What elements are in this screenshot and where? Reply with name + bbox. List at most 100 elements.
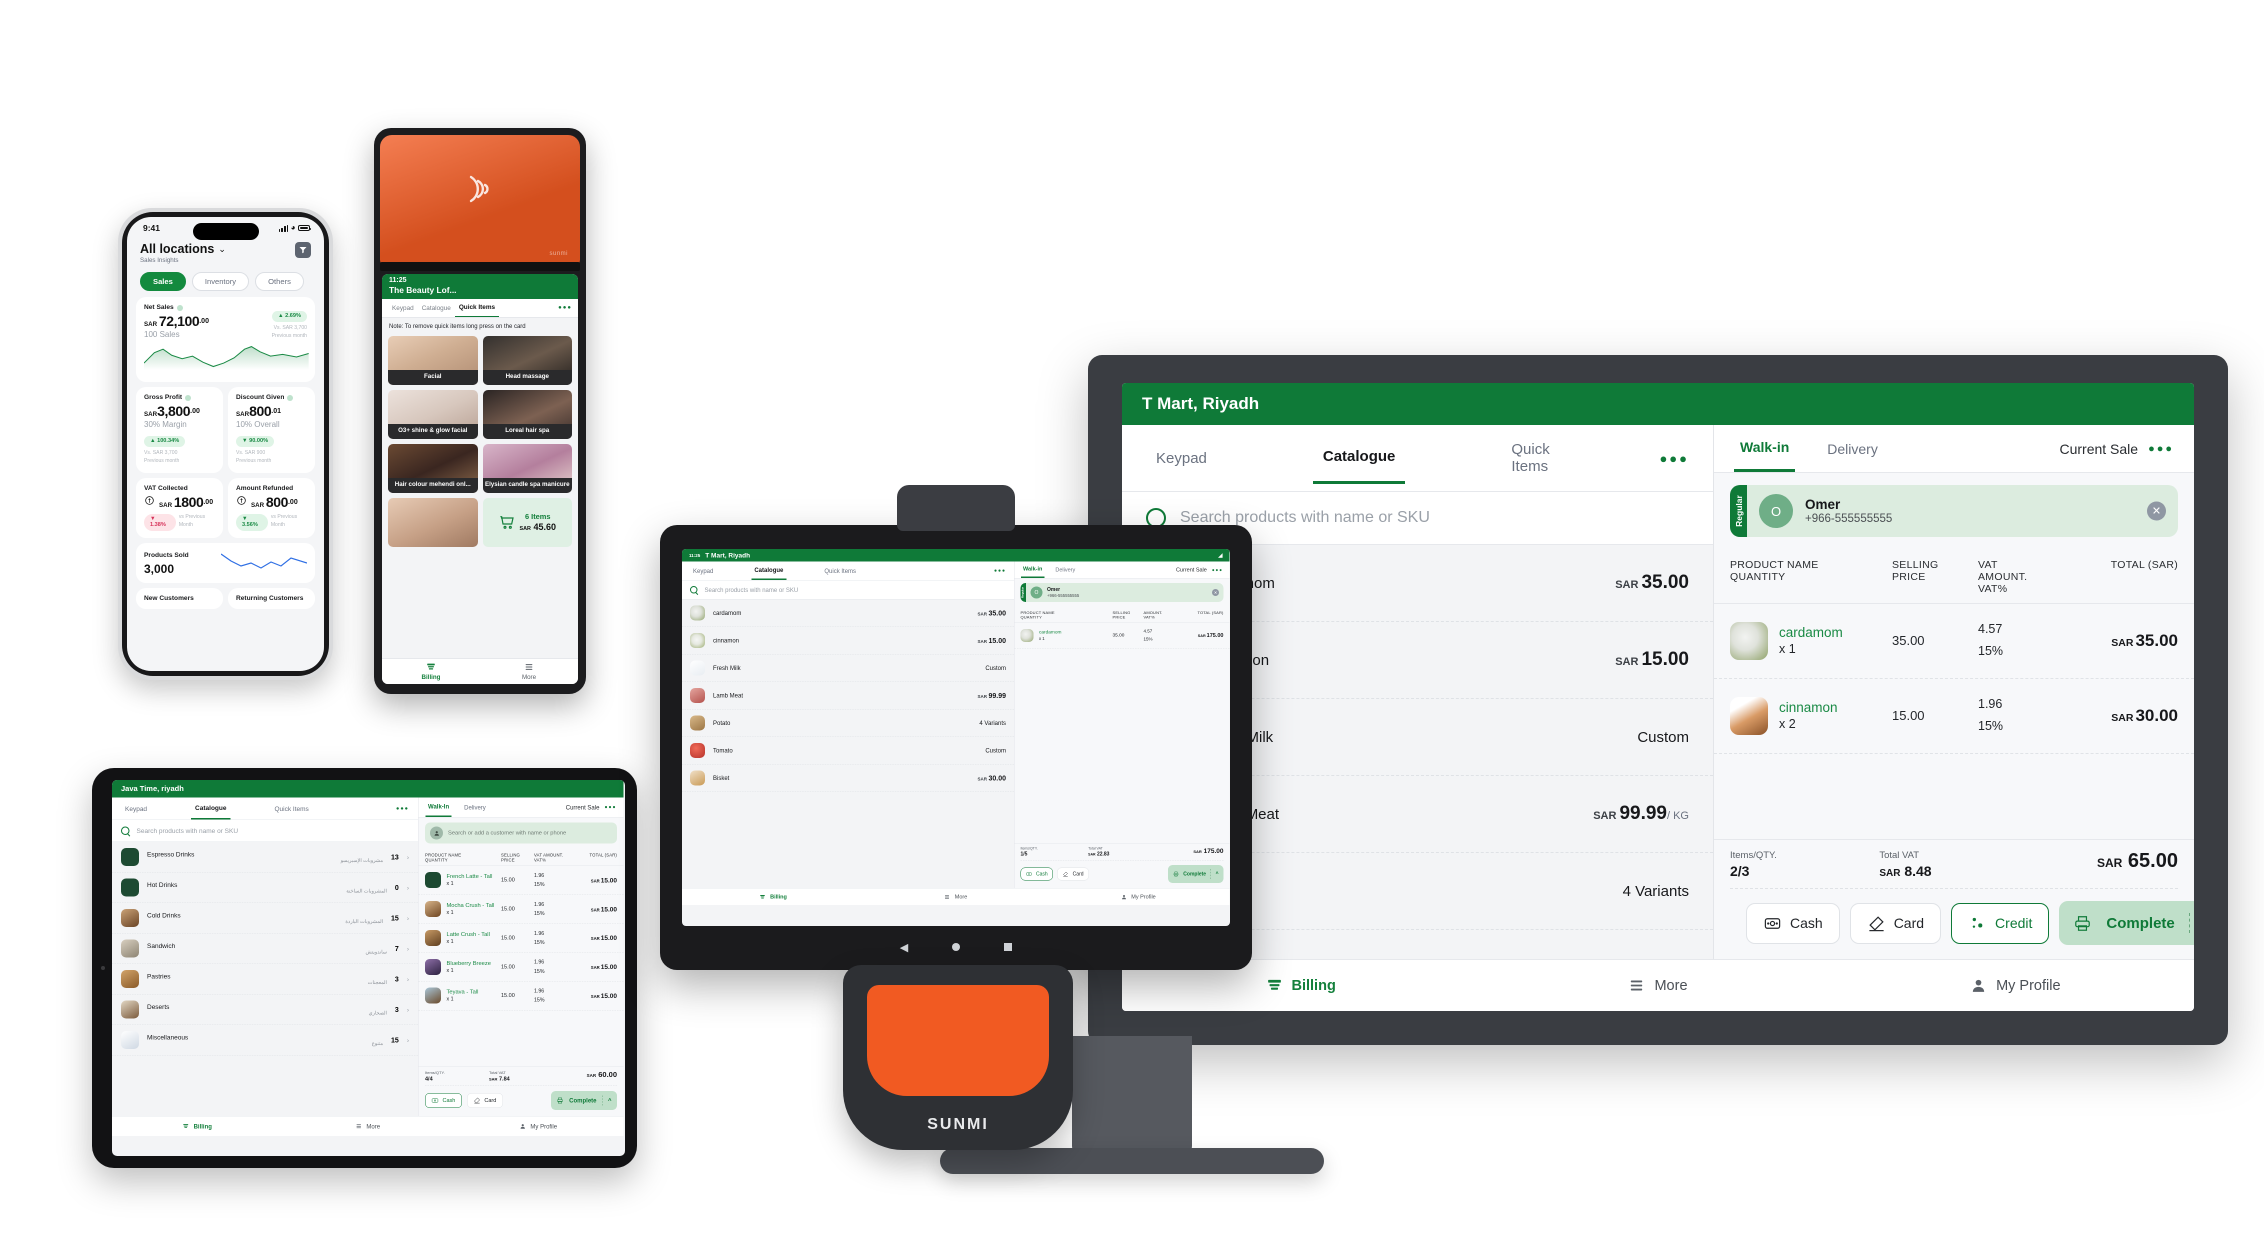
cart-row[interactable]: French Latte - Tall x 1 15.00 1.96 15% S… [418, 866, 624, 895]
monitor-nav-more[interactable]: More [1479, 960, 1836, 1011]
info-icon[interactable] [176, 304, 183, 311]
amount-refunded-card[interactable]: Amount Refunded SAR 800.00 ▼ 3.56% vs Pr… [228, 477, 315, 538]
quick-item-card[interactable]: Loreal hair spa [482, 389, 572, 439]
monitor-tab-walk-in[interactable]: Walk-in [1734, 425, 1796, 472]
pay-card-button[interactable]: Card [1057, 867, 1090, 881]
sunmi-nav-billing[interactable]: Billing [382, 659, 480, 684]
complete-button[interactable]: Complete ^ [551, 1091, 617, 1110]
category-row[interactable]: Espresso Drinks مشروبات الإسبريسو 13 › [112, 842, 418, 873]
cart-row[interactable]: Teyava - Tall x 1 15.00 1.96 15% SAR15.0… [418, 982, 624, 1011]
tablet-tab-delivery[interactable]: Delivery [462, 798, 489, 816]
cart-row[interactable]: cardamom x 1 35.00 4.57 15% SAR175.00 [1014, 623, 1230, 649]
terminal-tab-keypad[interactable]: Keypad [690, 562, 716, 579]
net-sales-card[interactable]: Net Sales SAR 72,100.00 100 Sales ▲ 2.69… [136, 297, 315, 383]
tab-inventory[interactable]: Inventory [191, 272, 250, 291]
category-row[interactable]: Hot Drinks المشروبات الساخنة 0 › [112, 873, 418, 903]
pay-cash-button[interactable]: Cash [1020, 867, 1054, 881]
back-icon[interactable]: ◀ [900, 941, 908, 954]
complete-button[interactable]: Complete ^ [1167, 865, 1224, 883]
tab-sales[interactable]: Sales [140, 272, 186, 291]
terminal-overflow-icon[interactable]: ●●● [994, 568, 1006, 574]
discount-given-card[interactable]: Discount Given SAR800.01 10% Overall ▼ 9… [228, 387, 315, 473]
gross-profit-card[interactable]: Gross Profit SAR3,800.00 30% Margin ▲ 10… [136, 387, 223, 473]
complete-button[interactable]: Complete ^ [2059, 901, 2194, 945]
tab-others[interactable]: Others [255, 272, 304, 291]
quick-item-card[interactable]: O3+ shine & glow facial [388, 389, 478, 439]
pay-card-button[interactable]: Card [1849, 902, 1942, 944]
tablet-tab-quick-items[interactable]: Quick Items [270, 798, 312, 819]
tablet-tab-catalogue[interactable]: Catalogue [191, 798, 231, 820]
terminal-sale-overflow-icon[interactable]: ●●● [1212, 567, 1223, 572]
product-row[interactable]: Tomato Custom [682, 737, 1014, 765]
cart-row[interactable]: cinnamon x 2 15.00 1.96 15% SAR 30.00 [1714, 679, 2194, 754]
tablet-tab-keypad[interactable]: Keypad [121, 798, 151, 819]
category-row[interactable]: Cold Drinks المشروبات الباردة 15 › [112, 903, 418, 934]
location-selector[interactable]: All locations ⌄ [140, 242, 226, 256]
product-row[interactable]: Potato 4 Variants [682, 710, 1014, 737]
selected-customer[interactable]: Regular O Omer +966-555555555 ✕ [1730, 485, 2178, 537]
quick-item-card[interactable]: Facial [388, 335, 478, 385]
monitor-tab-quick-items[interactable]: Quick Items [1501, 425, 1563, 491]
pay-card-button[interactable]: Card [466, 1093, 503, 1108]
monitor-tab-delivery[interactable]: Delivery [1821, 427, 1884, 471]
home-icon[interactable] [952, 943, 961, 951]
product-row[interactable]: cardamom SAR35.00 [682, 600, 1014, 627]
terminal-nav-profile[interactable]: My Profile [1047, 889, 1230, 906]
product-row[interactable]: Fresh Milk Custom [682, 655, 1014, 682]
tablet-sale-overflow-icon[interactable]: ●●● [604, 805, 616, 811]
terminal-selected-customer[interactable]: Regular O Omer +966-555555555 ✕ [1020, 583, 1224, 602]
pay-credit-button[interactable]: Credit [1951, 902, 2050, 944]
product-row[interactable]: cinnamon SAR15.00 [682, 627, 1014, 655]
terminal-tab-quick-items[interactable]: Quick Items [821, 562, 859, 579]
tablet-overflow-icon[interactable]: ●●● [396, 806, 409, 812]
returning-customers-card[interactable]: Returning Customers [228, 587, 315, 609]
sunmi-tab-quick-items[interactable]: Quick Items [454, 299, 500, 317]
cart-row[interactable]: Blueberry Breeze x 1 15.00 1.96 15% SAR1… [418, 953, 624, 982]
info-icon[interactable] [287, 394, 294, 401]
close-icon[interactable]: ✕ [1212, 589, 1219, 596]
chevron-down-icon[interactable]: ⌄ [218, 244, 226, 255]
tablet-search-bar[interactable]: Search products with name or SKU [112, 820, 418, 842]
monitor-tab-catalogue[interactable]: Catalogue [1312, 432, 1406, 484]
category-row[interactable]: Deserts الصحاري 3 › [112, 995, 418, 1025]
chevron-up-icon[interactable]: ^ [608, 1097, 612, 1104]
cart-row[interactable]: Latte Crush - Tall x 1 15.00 1.96 15% SA… [418, 924, 624, 953]
sunmi-tab-catalogue[interactable]: Catalogue [418, 300, 455, 317]
pay-cash-button[interactable]: Cash [425, 1093, 462, 1108]
terminal-nav-more[interactable]: More [865, 889, 1048, 906]
cart-row[interactable]: Mocha Crush - Tall x 1 15.00 1.96 15% SA… [418, 895, 624, 924]
tablet-nav-profile[interactable]: My Profile [453, 1117, 624, 1137]
tablet-nav-billing[interactable]: Billing [112, 1117, 283, 1137]
sunmi-cart-summary[interactable]: 6 Items SAR 45.60 [482, 497, 572, 547]
terminal-tab-delivery[interactable]: Delivery [1053, 562, 1077, 577]
terminal-tab-catalogue[interactable]: Catalogue [751, 562, 787, 580]
tablet-customer-search[interactable]: Search or add a customer with name or ph… [425, 822, 617, 844]
sunmi-tab-keypad[interactable]: Keypad [388, 300, 418, 317]
filter-icon[interactable] [295, 242, 311, 258]
chevron-up-icon[interactable]: ^ [1216, 871, 1219, 877]
products-sold-card[interactable]: Products Sold 3,000 [136, 542, 315, 583]
monitor-sale-overflow-icon[interactable]: ●●● [2148, 443, 2174, 455]
quick-item-card[interactable]: Hair colour mehendi onl... [388, 443, 478, 493]
category-row[interactable]: Miscellaneous متنوع 15 › [112, 1025, 418, 1056]
tablet-nav-more[interactable]: More [283, 1117, 454, 1137]
recents-icon[interactable] [1004, 943, 1013, 951]
product-row[interactable]: Lamb Meat SAR 99.99 [682, 682, 1014, 710]
new-customers-card[interactable]: New Customers [136, 587, 223, 609]
tablet-tab-walk-in[interactable]: Walk-In [425, 798, 452, 817]
cart-row[interactable]: cardamom x 1 35.00 4.57 15% SAR 35.00 [1714, 604, 2194, 679]
terminal-search-bar[interactable]: Search products with name or SKU [682, 580, 1014, 600]
pay-cash-button[interactable]: Cash [1746, 902, 1840, 944]
terminal-tab-walk-in[interactable]: Walk-in [1021, 562, 1045, 578]
category-row[interactable]: Pastries المعجنات 3 › [112, 964, 418, 995]
category-row[interactable]: Sandwich ساندويتش 7 › [112, 934, 418, 964]
sunmi-nav-more[interactable]: More [480, 659, 578, 684]
quick-item-card[interactable] [388, 497, 478, 547]
quick-item-card[interactable]: Head massage [482, 335, 572, 385]
monitor-tab-keypad[interactable]: Keypad [1146, 434, 1217, 483]
monitor-overflow-icon[interactable]: ●●● [1659, 451, 1689, 466]
sunmi-overflow-icon[interactable]: ●●● [558, 305, 572, 311]
product-row[interactable]: Bisket SAR 30.00 [682, 765, 1014, 792]
close-icon[interactable]: ✕ [2147, 501, 2166, 521]
info-icon[interactable] [185, 394, 192, 401]
